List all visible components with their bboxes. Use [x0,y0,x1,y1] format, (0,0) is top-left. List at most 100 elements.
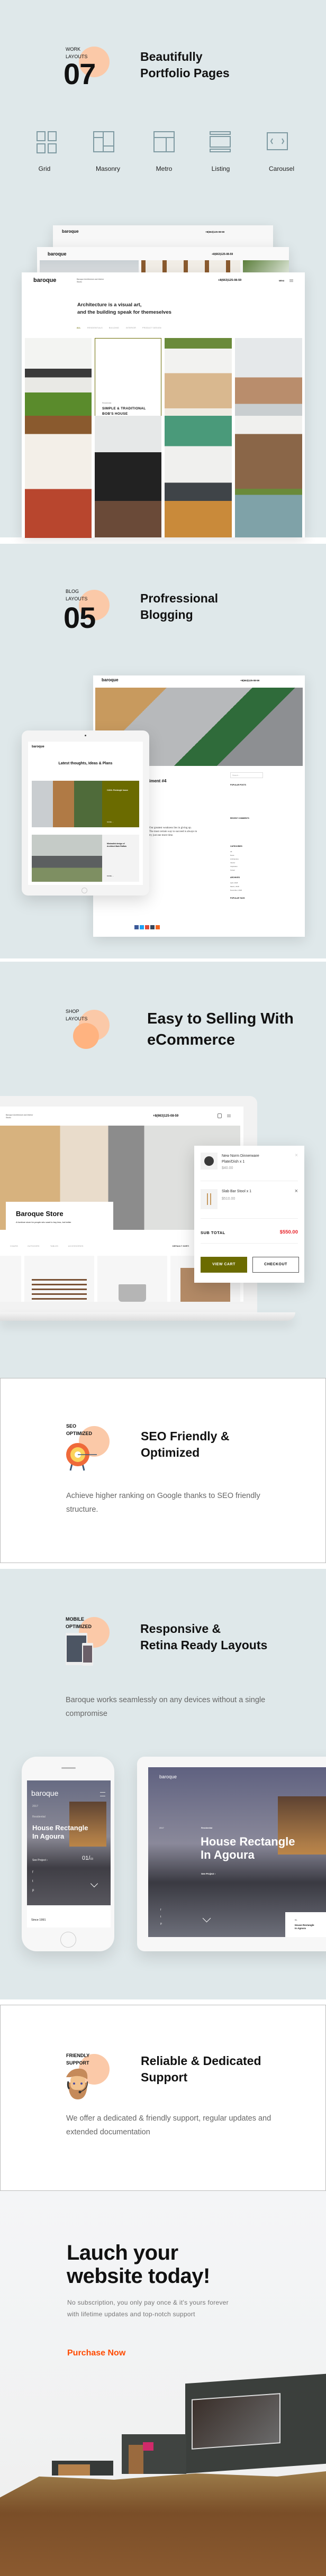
section-title: Easy to Selling With eCommerce [147,1010,294,1048]
facebook-icon[interactable]: f [160,1908,161,1912]
twitter-icon[interactable]: t [160,1915,161,1919]
phone-home-button [60,1932,76,1948]
section-description: Achieve higher ranking on Google thanks … [66,1492,260,1514]
layout-count: 05 [64,601,96,634]
post-card-featured[interactable]: CASA: Rectangle house MORE → [102,781,139,827]
cabin-photo [0,2350,326,2576]
tablet-screen: baroque 2017 Residential House Rectangle… [148,1767,326,1937]
section-title: SEO Friendly & Optimized [141,1429,230,1459]
support-agent-icon [64,2068,92,2100]
tablet-camera [85,735,86,736]
cta-headline: Lauch your website today! [67,2241,210,2288]
cart-icon[interactable] [218,1113,222,1118]
accent-circle-small [73,1023,99,1049]
menu-icon[interactable] [289,279,293,282]
tablet-home-button [82,888,87,893]
mock-phone: +8(663)125-08-59 [218,279,242,282]
phone-screen: baroque 2017 Residential House Rectangle… [27,1780,111,1905]
section-label: BLOG LAYOUTS [66,589,88,601]
facebook-icon[interactable] [134,925,139,929]
target-icon [66,1442,98,1474]
subtotal-label: SUB TOTAL [201,1230,225,1235]
phone-mockup: baroque 2017 Residential House Rectangle… [22,1757,114,1951]
rss-icon[interactable] [156,925,160,929]
tablet-mockup: baroque Latest thoughts, Ideas & Plans C… [22,730,149,896]
tablet-landscape-mockup: baroque 2017 Residential House Rectangle… [137,1757,326,1951]
pinterest-icon[interactable]: p [32,1889,34,1892]
menu-icon[interactable] [100,1792,105,1796]
post-image[interactable] [32,781,102,827]
portfolio-section: WORK LAYOUTS 07 Beautifully Portfolio Page… [0,0,326,538]
blog-section: BLOG LAYOUTS 05 Profressional Blogging bar… [0,544,326,958]
sidebar-heading: POPULAR POSTS [230,784,246,786]
product-thumb-stool [201,1189,218,1209]
google-plus-icon[interactable] [145,925,149,929]
cart-item: New Norm Dinnerware Plate/Dish x 1 $40.00… [201,1153,298,1181]
twitter-icon[interactable]: t [32,1880,33,1883]
product-tile[interactable] [24,1256,94,1302]
layout-label-carousel: Carousel [268,165,295,172]
project-thumb[interactable] [25,338,92,426]
project-thumb[interactable] [165,416,232,537]
grid-icon[interactable] [37,131,58,156]
scroll-down-icon[interactable] [90,1879,98,1888]
layout-count: 07 [64,57,96,90]
project-thumb[interactable] [235,416,302,537]
twitter-icon[interactable] [140,925,144,929]
section-label: SEO OPTIMIZED [66,1423,92,1436]
blog-quote: Our greatest weakness lies in giving up.… [149,827,197,837]
support-feature-box: FRIENDLY SUPPORT Reliable & Dedicated Supp… [0,2005,326,2191]
remove-item-icon[interactable]: × [295,1188,298,1194]
mock-headline: Architecture is a visual art, and the bui… [77,302,171,315]
view-cart-button[interactable]: VIEW CART [201,1257,247,1273]
project-card[interactable]: 01. House Rectangle In Agoura [285,1912,326,1937]
pinterest-icon[interactable]: p [160,1922,162,1925]
layout-label-metro: Metro [156,165,173,172]
search-input[interactable]: Search... [230,772,263,778]
tumblr-icon[interactable] [150,925,155,929]
featured-project[interactable]: Residential SIMPLE & TRADITIONAL BOB'S HO… [95,338,161,426]
sidebar-heading: RECENT COMMENTS [230,817,249,819]
mockup-front: baroque Baroque Architecture and Interio… [22,272,305,538]
post-card[interactable]: Minimalist design of Architect Mark Raffa… [102,835,139,882]
mini-cart-popup: New Norm Dinnerware Plate/Dish x 1 $40.00… [194,1146,304,1283]
phone-footer: Since 1991 [27,1905,111,1928]
product-tile[interactable] [0,1256,21,1302]
section-title: Reliable & Dedicated Support [141,2054,261,2084]
menu-icon[interactable] [227,1115,231,1117]
layout-label-masonry: Masonry [95,165,120,172]
sidebar-heading: POPULAR TAGS [230,897,245,899]
section-label: MOBILE OPTIMIZED [66,1616,92,1629]
post-image[interactable] [32,835,102,882]
cart-item: Slab Bar Stool x 1 $510.00 × [201,1188,298,1219]
laptop-base [0,1312,295,1321]
listing-icon[interactable] [210,131,231,156]
product-thumb-plate [201,1153,218,1170]
archives-list: April, 2018 March, 2018 November, 2018 [230,882,242,891]
seo-feature-box: SEO OPTIMIZED SEO Friendly & Optimized Ach… [0,1378,326,1563]
subtotal-value: $550.00 [279,1229,298,1235]
project-thumb[interactable] [235,338,302,426]
metro-icon[interactable] [153,131,175,156]
layout-label-listing: Listing [211,165,230,172]
mobile-section: MOBILE OPTIMIZED Responsive & Retina Ready… [0,1569,326,1999]
project-thumb[interactable] [25,416,92,538]
section-title: Profressional Blogging [140,591,218,622]
facebook-icon[interactable]: f [32,1871,33,1874]
section-title: Beautifully Portfolio Pages [140,50,230,80]
section-title: Responsive & Retina Ready Layouts [140,1622,268,1652]
sidebar-heading: ARCHIVES [230,876,240,879]
categories-list: All News Architecture Interior Inspiration Ca… [230,851,239,871]
carousel-icon[interactable] [267,131,288,156]
product-tile[interactable] [97,1256,167,1302]
project-thumb[interactable] [165,338,232,426]
scroll-down-icon[interactable] [202,1914,211,1923]
social-share-icons[interactable] [134,925,160,929]
checkout-button[interactable]: CHECKOUT [252,1257,299,1273]
remove-item-icon[interactable]: × [295,1153,298,1158]
section-label: FRIENDLY SUPPORT [66,2053,90,2066]
project-thumb[interactable] [95,416,161,537]
layout-label-grid: Grid [38,165,51,172]
masonry-icon[interactable] [93,131,114,156]
section-description: We offer a dedicated & friendly support,… [66,2114,271,2136]
